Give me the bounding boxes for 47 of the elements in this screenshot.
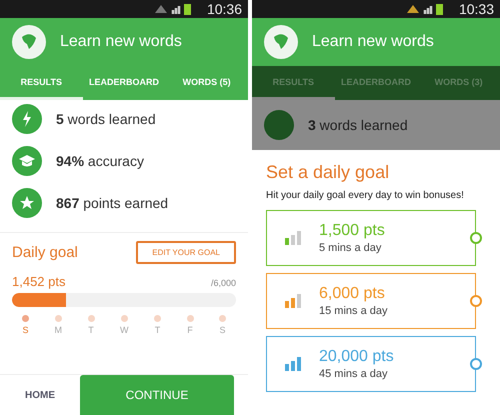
tab[interactable]: LEADERBOARD xyxy=(82,66,166,100)
dialog-subtitle: Hit your daily goal every day to win bonuses! xyxy=(266,190,465,201)
stat-text: 5 words learned xyxy=(56,111,156,127)
goal-points: 6,000 pts xyxy=(319,285,386,303)
radio-button[interactable] xyxy=(470,295,482,307)
points-total: /6,000 xyxy=(210,278,236,288)
continue-button[interactable]: CONTINUE xyxy=(80,375,234,415)
day-letter: F xyxy=(187,325,193,335)
level-bars-icon xyxy=(285,294,303,308)
app-title: Learn new words xyxy=(60,33,182,51)
tab[interactable]: WORDS (5) xyxy=(165,66,248,100)
day-letter: T xyxy=(154,325,160,335)
day-letter: M xyxy=(54,325,62,335)
goal-time: 15 mins a day xyxy=(319,305,388,317)
goal-time: 5 mins a day xyxy=(319,242,382,254)
stat-text: 3 words learned xyxy=(308,117,408,133)
edit-goal-button[interactable]: EDIT YOUR GOAL xyxy=(136,241,236,264)
goal-option[interactable]: 6,000 pts 15 mins a day xyxy=(266,273,476,329)
logo-icon xyxy=(12,25,46,59)
level-bars-icon xyxy=(285,357,303,371)
day-letter: S xyxy=(22,325,28,335)
daily-goal-title: Daily goal xyxy=(12,244,78,261)
tab[interactable]: RESULTS xyxy=(0,66,83,100)
logo-icon xyxy=(264,25,298,59)
points-value: 1,452 pts xyxy=(12,274,66,289)
radio-button[interactable] xyxy=(470,232,482,244)
goal-option[interactable]: 1,500 pts 5 mins a day xyxy=(266,210,476,266)
circle-icon xyxy=(264,110,294,140)
graduation-cap-icon xyxy=(12,146,42,176)
radio-button[interactable] xyxy=(470,358,482,370)
goal-time: 45 mins a day xyxy=(319,368,388,380)
goal-points: 20,000 pts xyxy=(319,348,394,366)
goal-points: 1,500 pts xyxy=(319,222,385,240)
tab[interactable]: WORDS (3) xyxy=(417,66,500,100)
level-bars-icon xyxy=(285,231,303,245)
dialog-title: Set a daily goal xyxy=(266,162,390,183)
status-time: 10:36 xyxy=(206,1,242,17)
tab[interactable]: LEADERBOARD xyxy=(334,66,418,100)
day-letter: W xyxy=(120,325,128,335)
lightning-icon xyxy=(12,104,42,134)
day-letter: T xyxy=(88,325,94,335)
stat-text: 94% accuracy xyxy=(56,153,144,169)
stat-text: 867 points earned xyxy=(56,195,168,211)
goal-option[interactable]: 20,000 pts 45 mins a day xyxy=(266,336,476,392)
app-title: Learn new words xyxy=(312,33,434,51)
status-time: 10:33 xyxy=(458,1,494,17)
day-letter: S xyxy=(219,325,226,335)
